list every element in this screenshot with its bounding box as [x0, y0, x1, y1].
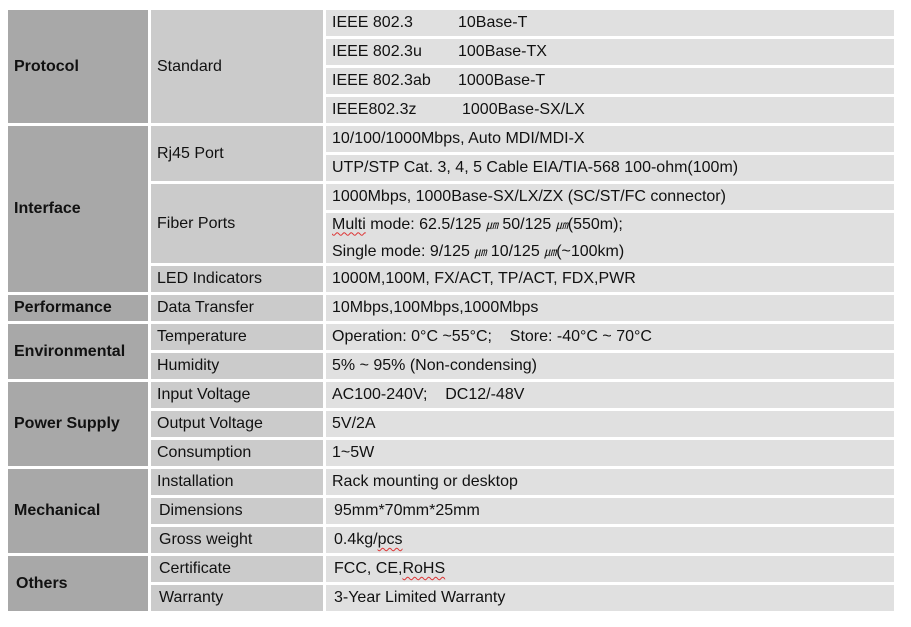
value-cell: 5V/2A [326, 411, 894, 437]
standard-name: IEEE802.3z [332, 101, 417, 118]
value-cell: 95mm*70mm*25mm [326, 498, 894, 524]
category-interface: Interface [8, 126, 148, 292]
standard-type: 100Base-TX [458, 43, 547, 60]
text: Single mode: 9/125 [332, 242, 475, 260]
item-standard: Standard [151, 10, 323, 123]
table-row: Mechanical Installation Rack mounting or… [8, 469, 894, 553]
text: FCC, CE, [334, 560, 403, 577]
value-cell: IEEE 802.3 10Base-T [326, 10, 894, 36]
standard-type: 1000Base-SX/LX [462, 101, 585, 118]
table-row: Protocol Standard IEEE 802.3 10Base-T [8, 10, 894, 123]
item-rj45-port: Rj45 Port [151, 126, 323, 181]
table-row: Power Supply Input Voltage AC100-240V; D… [8, 382, 894, 466]
category-others: Others [8, 556, 148, 611]
text: (~100km) [556, 242, 625, 260]
value-cell: 5% ~ 95% (Non-condensing) [326, 353, 894, 379]
micron-unit: ㎛ [544, 244, 557, 259]
text: mode: 62.5/125 [365, 215, 486, 233]
table-row: Environmental Temperature Operation: 0°C… [8, 324, 894, 379]
text: 0.4kg/ [334, 531, 378, 548]
item-output-voltage: Output Voltage [151, 411, 323, 437]
category-environmental: Environmental [8, 324, 148, 379]
spelling-flagged-text: pcs [377, 531, 403, 548]
spelling-flagged-text: RoHS [402, 560, 446, 577]
multi-mode-line: Multi mode: 62.5/125 ㎛ 50/125 ㎛(550m); [332, 216, 894, 234]
item-warranty: Warranty [151, 585, 323, 611]
item-fiber-ports: Fiber Ports [151, 184, 323, 263]
item-gross-weight: Gross weight [151, 527, 323, 553]
value-cell: Rack mounting or desktop [326, 469, 894, 495]
table-row: Performance Data Transfer 10Mbps,100Mbps… [8, 295, 894, 321]
spelling-flagged-text: Multi [332, 215, 366, 233]
category-protocol: Protocol [8, 10, 148, 123]
value-cell: 10Mbps,100Mbps,1000Mbps [326, 295, 894, 321]
item-input-voltage: Input Voltage [151, 382, 323, 408]
value-cell: AC100-240V; DC12/-48V [326, 382, 894, 408]
standard-type: 1000Base-T [458, 72, 546, 89]
value-cell: 3-Year Limited Warranty [326, 585, 894, 611]
micron-unit: ㎛ [555, 217, 568, 232]
value-cell: IEEE 802.3u 100Base-TX [326, 39, 894, 65]
item-data-transfer: Data Transfer [151, 295, 323, 321]
item-dimensions: Dimensions [151, 498, 323, 524]
micron-unit: ㎛ [474, 244, 487, 259]
item-consumption: Consumption [151, 440, 323, 466]
value-cell: Operation: 0°C ~55°C; Store: -40°C ~ 70°… [326, 324, 894, 350]
text: (550m); [567, 215, 623, 233]
item-led-indicators: LED Indicators [151, 266, 323, 292]
spec-table: Protocol Standard IEEE 802.3 10Base-T IEE… [5, 7, 897, 614]
value-cell: FCC, CE,RoHS [326, 556, 894, 582]
table-row: Interface Rj45 Port 10/100/1000Mbps, Aut… [8, 126, 894, 292]
item-temperature: Temperature [151, 324, 323, 350]
standard-name: IEEE 802.3 [332, 14, 413, 31]
value-cell: IEEE802.3z 1000Base-SX/LX [326, 97, 894, 123]
category-power-supply: Power Supply [8, 382, 148, 466]
value-cell-fiber-modes: Multi mode: 62.5/125 ㎛ 50/125 ㎛(550m); S… [326, 213, 894, 263]
table-row: Others Certificate FCC, CE,RoHS [8, 556, 894, 611]
text: 50/125 [497, 215, 556, 233]
category-mechanical: Mechanical [8, 469, 148, 553]
value-cell: 1~5W [326, 440, 894, 466]
micron-unit: ㎛ [485, 217, 498, 232]
item-installation: Installation [151, 469, 323, 495]
item-humidity: Humidity [151, 353, 323, 379]
standard-type: 10Base-T [458, 14, 528, 31]
value-cell: 10/100/1000Mbps, Auto MDI/MDI-X [326, 126, 894, 152]
value-cell: 0.4kg/pcs [326, 527, 894, 553]
category-performance: Performance [8, 295, 148, 321]
value-cell: IEEE 802.3ab 1000Base-T [326, 68, 894, 94]
value-cell: 1000Mbps, 1000Base-SX/LX/ZX (SC/ST/FC co… [326, 184, 894, 210]
value-cell: UTP/STP Cat. 3, 4, 5 Cable EIA/TIA-568 1… [326, 155, 894, 181]
single-mode-line: Single mode: 9/125 ㎛ 10/125 ㎛(~100km) [332, 243, 894, 261]
standard-name: IEEE 802.3ab [332, 72, 431, 89]
text: 10/125 [486, 242, 545, 260]
standard-name: IEEE 802.3u [332, 43, 422, 60]
value-cell: 1000M,100M, FX/ACT, TP/ACT, FDX,PWR [326, 266, 894, 292]
item-certificate: Certificate [151, 556, 323, 582]
